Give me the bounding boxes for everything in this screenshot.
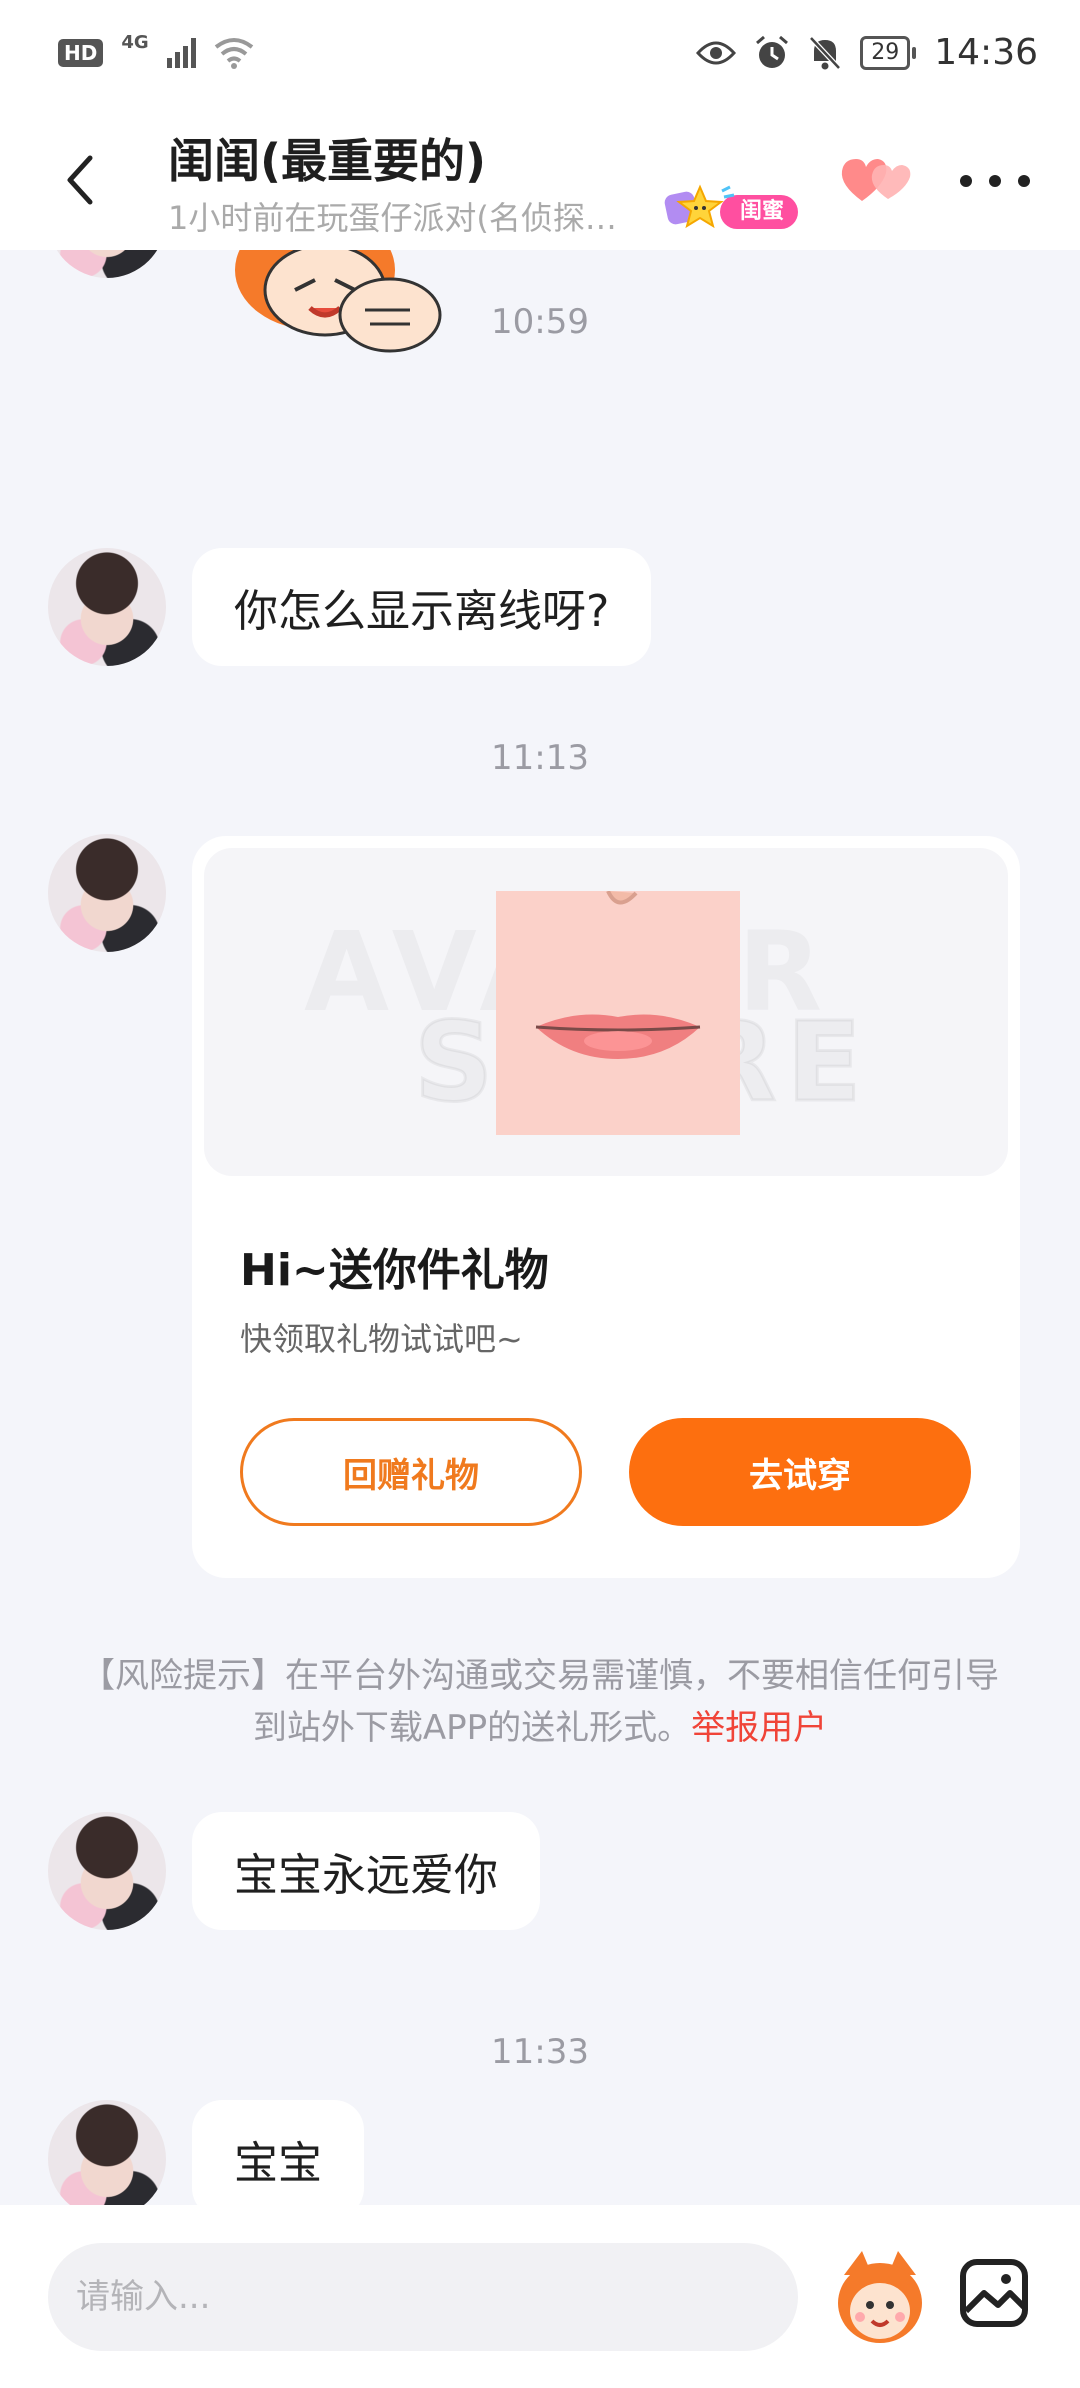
relation-tag[interactable]: 闺蜜 <box>658 183 818 237</box>
status-time: 14:36 <box>934 32 1038 73</box>
gift-description: 快领取礼物试试吧~ <box>240 1320 523 1358</box>
message-timestamp: 11:33 <box>491 2032 589 2072</box>
contact-avatar[interactable] <box>48 2100 166 2205</box>
chat-header: 闺闺(最重要的) 1小时前在玩蛋仔派对(名侦探… 闺蜜 <box>0 105 1080 250</box>
signal-icon <box>166 37 196 68</box>
more-dot-icon <box>1018 175 1030 187</box>
intimacy-hearts-button[interactable] <box>838 151 918 211</box>
emoji-button[interactable] <box>832 2245 928 2349</box>
message-timestamp: 10:59 <box>491 302 589 342</box>
message-bubble[interactable]: 你怎么显示离线呀? <box>192 548 652 666</box>
star-badge-icon <box>664 184 735 229</box>
risk-notice: 【风险提示】在平台外沟通或交易需谨慎，不要相信任何引导到站外下载APP的送礼形式… <box>80 1650 1000 1754</box>
try-on-button[interactable]: 去试穿 <box>629 1418 971 1526</box>
gift-title: Hi~送你件礼物 <box>240 1245 549 1296</box>
alarm-icon <box>756 35 789 68</box>
message-bubble[interactable]: 宝宝 <box>192 2100 364 2205</box>
report-user-link[interactable]: 举报用户 <box>691 1708 827 1748</box>
hd-badge: HD <box>58 38 104 67</box>
status-left: HD 4G <box>58 32 254 69</box>
status-bar: HD 4G 29 14:36 <box>0 0 1080 105</box>
back-button[interactable] <box>55 150 105 210</box>
chat-messages[interactable]: 10:59 你怎么显示离线呀? 11:13 AVATAR STORE Hi~送你… <box>0 250 1080 2205</box>
risk-notice-text: 【风险提示】在平台外沟通或交易需谨慎，不要相信任何引导到站外下载APP的送礼形式… <box>81 1656 999 1748</box>
message-timestamp: 11:13 <box>491 738 589 778</box>
contact-avatar[interactable] <box>48 834 166 952</box>
battery-icon: 29 <box>860 35 917 70</box>
gift-card[interactable]: AVATAR STORE Hi~送你件礼物 快领取礼物试试吧~ 回赠礼物 去试穿 <box>192 836 1020 1578</box>
image-icon <box>960 2259 1028 2327</box>
more-options-button[interactable] <box>960 161 1030 201</box>
contact-avatar[interactable] <box>48 548 166 666</box>
status-right: 29 14:36 <box>696 32 1038 73</box>
double-heart-icon <box>841 159 911 201</box>
contact-avatar[interactable] <box>48 250 166 278</box>
mute-bell-icon <box>809 35 842 70</box>
return-gift-button[interactable]: 回赠礼物 <box>240 1418 582 1526</box>
chevron-left-icon <box>67 155 93 205</box>
contact-name[interactable]: 闺闺(最重要的) <box>168 125 486 191</box>
input-bar <box>0 2205 1080 2388</box>
network-type: 4G <box>121 32 149 53</box>
message-bubble[interactable]: 宝宝永远爱你 <box>192 1812 540 1930</box>
message-input[interactable] <box>48 2243 798 2351</box>
mascot-emoji-icon <box>838 2251 922 2343</box>
contact-avatar[interactable] <box>48 1812 166 1930</box>
image-picker-button[interactable] <box>958 2257 1030 2329</box>
more-dot-icon <box>960 175 972 187</box>
contact-activity-status: 1小时前在玩蛋仔派对(名侦探… <box>168 199 617 237</box>
wifi-icon <box>214 37 253 69</box>
gift-preview[interactable]: AVATAR STORE <box>204 848 1008 1176</box>
eye-icon <box>696 41 737 64</box>
more-dot-icon <box>989 175 1001 187</box>
gift-lips-image <box>496 891 740 1135</box>
